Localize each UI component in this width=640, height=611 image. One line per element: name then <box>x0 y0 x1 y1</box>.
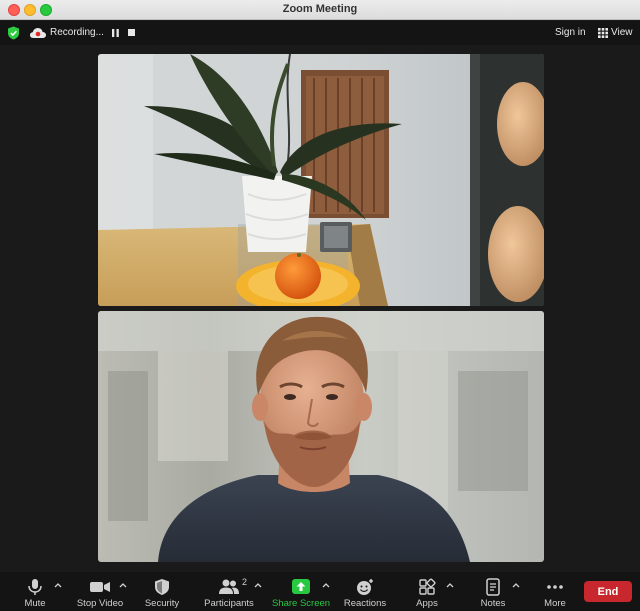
window-title: Zoom Meeting <box>282 3 358 15</box>
notes-button[interactable]: Notes <box>475 572 511 611</box>
shield-icon <box>155 579 169 595</box>
audio-options-caret-icon[interactable] <box>54 582 62 588</box>
notes-label: Notes <box>480 598 506 609</box>
encryption-shield-icon[interactable] <box>7 26 20 40</box>
apps-icon <box>419 578 436 595</box>
participants-options-caret-icon[interactable] <box>254 582 262 588</box>
more-label: More <box>544 598 566 609</box>
mute-label: Mute <box>24 598 46 609</box>
participants-count-badge: 2 <box>242 577 248 587</box>
reactions-label: Reactions <box>343 598 387 609</box>
gallery-view-icon[interactable] <box>598 28 608 38</box>
window-title-bar: Zoom Meeting <box>0 0 640 20</box>
apps-button[interactable]: Apps <box>410 572 444 611</box>
reactions-icon <box>357 579 373 595</box>
stop-video-label: Stop Video <box>76 598 124 609</box>
security-label: Security <box>144 598 180 609</box>
sign-in-link[interactable]: Sign in <box>555 27 586 38</box>
participants-icon <box>219 579 239 594</box>
view-menu-label[interactable]: View <box>611 27 633 38</box>
share-screen-icon <box>292 579 310 594</box>
security-button[interactable]: Security <box>140 572 184 611</box>
share-screen-label: Share Screen <box>271 598 331 609</box>
meeting-top-bar: Recording... Sign in View <box>0 21 640 45</box>
apps-label: Apps <box>416 598 438 609</box>
stop-recording-icon[interactable] <box>128 29 135 36</box>
share-screen-button[interactable]: Share Screen <box>270 572 332 611</box>
pause-recording-icon[interactable] <box>111 28 120 38</box>
participants-button[interactable]: 2 Participants <box>200 572 258 611</box>
stop-video-button[interactable]: Stop Video <box>72 572 128 611</box>
microphone-icon <box>28 579 42 595</box>
more-button[interactable]: More <box>538 572 572 611</box>
participants-label: Participants <box>204 598 254 609</box>
mute-button[interactable]: Mute <box>17 572 53 611</box>
notes-icon <box>486 578 500 596</box>
speaker-video-feed <box>98 311 544 562</box>
more-icon <box>547 585 563 589</box>
notes-options-caret-icon[interactable] <box>512 582 520 588</box>
end-meeting-button[interactable]: End <box>584 581 632 602</box>
recording-status-label: Recording... <box>50 27 104 38</box>
reactions-button[interactable]: Reactions <box>340 572 390 611</box>
room-video-feed <box>98 54 544 306</box>
cloud-recording-icon <box>30 28 46 38</box>
video-camera-icon <box>90 582 110 592</box>
meeting-controls-toolbar: Mute Stop Video Security 2 Participants <box>0 572 640 611</box>
video-options-caret-icon[interactable] <box>119 582 127 588</box>
apps-options-caret-icon[interactable] <box>446 582 454 588</box>
share-options-caret-icon[interactable] <box>322 582 330 588</box>
participant-video-tile-room[interactable] <box>98 54 544 306</box>
participant-video-tile-speaker[interactable] <box>98 311 544 562</box>
